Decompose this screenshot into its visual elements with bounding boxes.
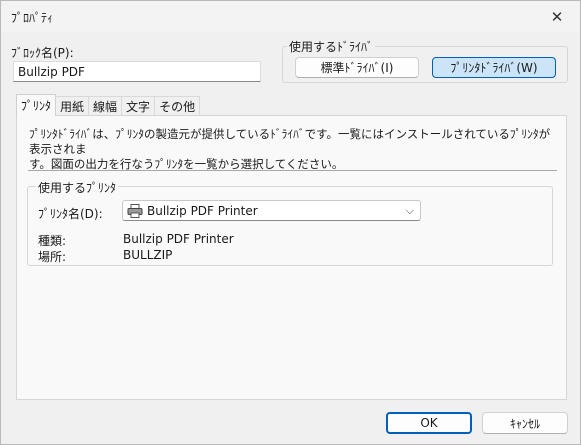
block-name-input[interactable]: Bullzip PDF — [13, 61, 261, 82]
tab-text[interactable]: 文字 — [121, 96, 156, 116]
standard-driver-label: 標準ﾄﾞﾗｲﾊﾞ(I) — [320, 61, 394, 75]
printer-icon — [127, 203, 143, 218]
tab-label: 用紙 — [60, 100, 85, 114]
block-name-label: ﾌﾞﾛｯｸ名(P): — [11, 46, 74, 60]
printer-group — [27, 186, 553, 266]
tab-paper[interactable]: 用紙 — [55, 96, 90, 116]
cancel-label: ｷｬﾝｾﾙ — [509, 416, 540, 431]
tab-strip: ﾌﾟﾘﾝﾀ 用紙 線幅 文字 その他 — [16, 94, 201, 116]
printer-name-value: Bullzip PDF Printer — [147, 203, 258, 218]
location-value: BULLZIP — [123, 248, 173, 262]
title-bar: ﾌﾟﾛﾊﾟﾃｨ ✕ — [1, 1, 580, 32]
block-name-value: Bullzip PDF — [18, 65, 85, 79]
tab-printer[interactable]: ﾌﾟﾘﾝﾀ — [16, 94, 57, 116]
tab-line-width[interactable]: 線幅 — [88, 96, 123, 116]
window-title: ﾌﾟﾛﾊﾟﾃｨ — [11, 11, 54, 25]
printer-driver-label: ﾌﾟﾘﾝﾀﾄﾞﾗｲﾊﾞ(W) — [450, 61, 538, 75]
tab-other[interactable]: その他 — [154, 96, 201, 116]
tab-label: 文字 — [126, 100, 151, 114]
ok-label: OK — [420, 416, 438, 430]
cancel-button[interactable]: ｷｬﾝｾﾙ — [482, 412, 568, 434]
printer-group-caption: 使用するﾌﾟﾘﾝﾀ — [36, 179, 119, 196]
close-button[interactable]: ✕ — [534, 1, 580, 32]
printer-driver-button[interactable]: ﾌﾟﾘﾝﾀﾄﾞﾗｲﾊﾞ(W) — [432, 57, 556, 78]
printer-name-select[interactable]: Bullzip PDF Printer ⌵ — [122, 200, 421, 221]
tab-label: 線幅 — [93, 100, 118, 114]
standard-driver-button[interactable]: 標準ﾄﾞﾗｲﾊﾞ(I) — [295, 57, 419, 78]
description-line-1: ﾌﾟﾘﾝﾀﾄﾞﾗｲﾊﾞは、ﾌﾟﾘﾝﾀの製造元が提供しているﾄﾞﾗｲﾊﾞです。一覧… — [29, 127, 551, 156]
location-label: 場所: — [38, 250, 67, 264]
ok-button[interactable]: OK — [386, 412, 472, 434]
printer-description: ﾌﾟﾘﾝﾀﾄﾞﾗｲﾊﾞは、ﾌﾟﾘﾝﾀの製造元が提供しているﾄﾞﾗｲﾊﾞです。一覧… — [29, 127, 559, 172]
tab-label: ﾌﾟﾘﾝﾀ — [21, 99, 52, 113]
separator — [28, 170, 557, 171]
chevron-down-icon: ⌵ — [405, 204, 414, 217]
properties-dialog: ﾌﾟﾛﾊﾟﾃｨ ✕ ﾌﾞﾛｯｸ名(P): Bullzip PDF 使用するﾄﾞﾗ… — [0, 0, 581, 445]
printer-tab-panel: ﾌﾟﾘﾝﾀﾄﾞﾗｲﾊﾞは、ﾌﾟﾘﾝﾀの製造元が提供しているﾄﾞﾗｲﾊﾞです。一覧… — [16, 115, 567, 400]
driver-group-caption: 使用するﾄﾞﾗｲﾊﾞ — [287, 38, 376, 55]
type-label: 種類: — [38, 234, 67, 248]
tab-label: その他 — [159, 100, 196, 114]
type-value: Bullzip PDF Printer — [123, 232, 234, 246]
printer-name-label: ﾌﾟﾘﾝﾀ名(D): — [38, 207, 103, 221]
close-icon: ✕ — [550, 7, 564, 26]
